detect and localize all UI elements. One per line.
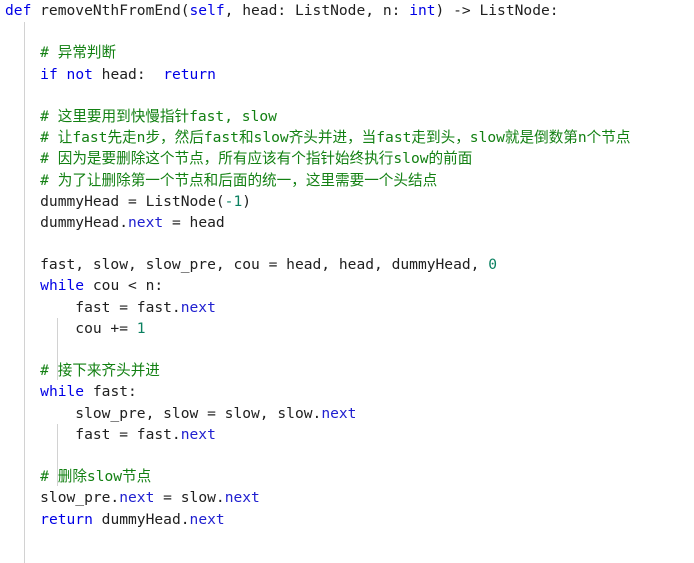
- code-line[interactable]: slow_pre.next = slow.next: [0, 487, 694, 508]
- code-line[interactable]: while fast:: [0, 381, 694, 402]
- code-token-pln: cou +=: [5, 319, 137, 337]
- code-token-com: # 这里要用到快慢指针fast, slow: [40, 107, 277, 125]
- code-token-pln: fast = fast.: [5, 298, 181, 316]
- code-token-kw: int: [409, 2, 436, 19]
- code-token-pln: dummyHead.: [5, 213, 129, 231]
- code-token-kw: return: [40, 510, 93, 528]
- code-token-kw: def: [5, 2, 32, 19]
- code-line[interactable]: [0, 339, 694, 360]
- code-token-pln: [5, 44, 40, 61]
- code-token-kw: while: [40, 277, 85, 295]
- code-token-pln: [5, 383, 40, 400]
- code-token-kw: self: [189, 2, 225, 19]
- code-token-num: 1: [136, 319, 146, 337]
- code-line[interactable]: return dummyHead.next: [0, 509, 694, 530]
- code-token-pln: [5, 511, 40, 528]
- code-line[interactable]: fast = fast.next: [0, 424, 694, 445]
- code-token-attr: next: [224, 489, 260, 507]
- code-line[interactable]: # 为了让删除第一个节点和后面的统一，这里需要一个头结点: [0, 170, 694, 191]
- code-token-com: # 删除slow节点: [40, 468, 152, 486]
- code-token-kw: not: [66, 65, 93, 83]
- code-token-pln: slow_pre, slow = slow, slow.: [5, 404, 322, 422]
- code-token-kw: return: [163, 65, 216, 83]
- code-token-pln: = head: [163, 213, 225, 231]
- code-token-attr: next: [180, 425, 216, 443]
- code-token-kw: while: [40, 383, 85, 401]
- code-token-pln: dummyHead = ListNode(: [5, 192, 225, 210]
- code-token-attr: next: [128, 213, 164, 231]
- code-token-com: # 异常判断: [40, 44, 117, 62]
- code-token-pln: cou < n:: [84, 277, 164, 295]
- code-line[interactable]: def removeNthFromEnd(self, head: ListNod…: [0, 0, 694, 21]
- code-line[interactable]: slow_pre, slow = slow, slow.next: [0, 403, 694, 424]
- code-token-attr: next: [189, 510, 225, 528]
- code-token-pln: [5, 362, 40, 379]
- code-line[interactable]: # 删除slow节点: [0, 466, 694, 487]
- code-token-com: # 接下来齐头并进: [40, 362, 160, 380]
- code-line[interactable]: while cou < n:: [0, 275, 694, 296]
- code-line[interactable]: if not head: return: [0, 64, 694, 85]
- code-token-attr: next: [321, 404, 357, 422]
- code-line[interactable]: [0, 233, 694, 254]
- code-line[interactable]: # 异常判断: [0, 42, 694, 63]
- code-token-pln: dummyHead.: [92, 510, 190, 528]
- code-token-pln: fast, slow, slow_pre, cou = head, head, …: [5, 256, 489, 274]
- code-token-pln: [5, 277, 40, 294]
- code-token-attr: next: [119, 489, 155, 507]
- code-token-com: # 让fast先走n步，然后fast和slow齐头并进，当fast走到头，slo…: [40, 129, 631, 147]
- code-token-pln: [5, 468, 40, 485]
- code-token-pln: fast:: [84, 383, 137, 401]
- code-line-container[interactable]: def removeNthFromEnd(self, head: ListNod…: [0, 0, 694, 530]
- code-line[interactable]: dummyHead.next = head: [0, 212, 694, 233]
- code-line[interactable]: # 这里要用到快慢指针fast, slow: [0, 106, 694, 127]
- code-line[interactable]: fast, slow, slow_pre, cou = head, head, …: [0, 254, 694, 275]
- code-token-pln: , head: ListNode, n:: [224, 2, 410, 19]
- code-line[interactable]: fast = fast.next: [0, 297, 694, 318]
- code-line[interactable]: cou += 1: [0, 318, 694, 339]
- code-token-pln: head:: [92, 65, 164, 83]
- code-token-pln: fast = fast.: [5, 425, 181, 443]
- code-token-num: 0: [488, 256, 498, 274]
- code-token-com: # 因为是要删除这个节点，所有应该有个指针始终执行slow的前面: [40, 150, 473, 168]
- code-line[interactable]: # 因为是要删除这个节点，所有应该有个指针始终执行slow的前面: [0, 148, 694, 169]
- code-token-kw: if: [40, 65, 58, 83]
- code-line[interactable]: dummyHead = ListNode(-1): [0, 191, 694, 212]
- code-token-pln: [5, 150, 40, 167]
- code-token-com: # 为了让删除第一个节点和后面的统一，这里需要一个头结点: [40, 171, 438, 189]
- code-token-pln: [5, 108, 40, 125]
- code-token-num: -1: [224, 192, 243, 210]
- code-line[interactable]: [0, 21, 694, 42]
- code-line[interactable]: [0, 445, 694, 466]
- code-token-attr: next: [180, 298, 216, 316]
- code-line[interactable]: # 让fast先走n步，然后fast和slow齐头并进，当fast走到头，slo…: [0, 127, 694, 148]
- code-editor[interactable]: def removeNthFromEnd(self, head: ListNod…: [0, 0, 694, 563]
- code-token-pln: [58, 66, 67, 83]
- code-token-pln: ) -> ListNode:: [435, 2, 559, 19]
- code-line[interactable]: [0, 85, 694, 106]
- code-token-pln: = slow.: [154, 489, 225, 507]
- code-token-pln: removeNthFromEnd(: [31, 2, 190, 19]
- code-token-pln: [5, 66, 40, 83]
- code-token-pln: [5, 129, 40, 146]
- code-line[interactable]: # 接下来齐头并进: [0, 360, 694, 381]
- code-token-pln: slow_pre.: [5, 489, 120, 507]
- code-token-pln: ): [242, 192, 252, 210]
- code-token-pln: [5, 172, 40, 189]
